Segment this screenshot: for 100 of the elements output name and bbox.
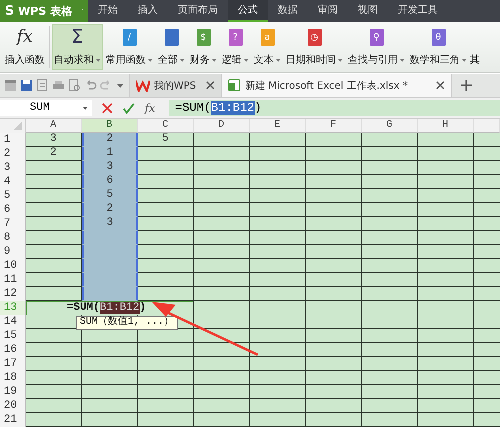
row-header[interactable]: 18 <box>0 371 26 385</box>
grid-cell[interactable] <box>474 329 500 343</box>
grid-cell[interactable] <box>138 413 194 427</box>
ribbon-label[interactable]: 其 <box>470 53 480 70</box>
name-box[interactable]: SUM <box>0 100 92 116</box>
grid-cell[interactable] <box>194 245 250 259</box>
grid-cell[interactable] <box>250 273 306 287</box>
row-header[interactable]: 3 <box>0 161 26 175</box>
save-icon[interactable] <box>20 79 33 92</box>
grid-cell[interactable] <box>194 217 250 231</box>
grid-cell[interactable] <box>474 315 500 329</box>
grid-cell[interactable] <box>306 315 362 329</box>
grid-cell[interactable] <box>474 343 500 357</box>
row-header[interactable]: 19 <box>0 385 26 399</box>
grid-cell[interactable] <box>362 301 418 316</box>
grid-cell[interactable] <box>362 413 418 427</box>
grid-cell[interactable] <box>474 371 500 385</box>
grid-cell[interactable] <box>138 147 194 161</box>
column-header[interactable]: F <box>306 119 362 133</box>
grid-cell[interactable] <box>306 217 362 231</box>
grid-cell[interactable] <box>418 385 474 399</box>
grid-cell[interactable] <box>362 203 418 217</box>
grid-cell[interactable] <box>250 203 306 217</box>
grid-cell[interactable] <box>418 133 474 147</box>
grid-cell[interactable] <box>250 161 306 175</box>
grid-cell[interactable] <box>82 329 138 343</box>
grid-cell[interactable] <box>306 245 362 259</box>
grid-cell[interactable] <box>194 189 250 203</box>
grid-cell[interactable] <box>250 343 306 357</box>
menu-tab[interactable]: 开发工具 <box>388 0 448 22</box>
grid-cell[interactable] <box>250 217 306 231</box>
ribbon-button[interactable]: a 文本 <box>252 24 283 70</box>
grid-cell[interactable] <box>26 399 82 413</box>
grid-cell[interactable] <box>474 231 500 245</box>
ribbon-button[interactable]: / 常用函数 <box>104 24 155 70</box>
grid-cell[interactable] <box>306 203 362 217</box>
row-header[interactable]: 5 <box>0 189 26 203</box>
grid-cell[interactable] <box>306 189 362 203</box>
grid-cell[interactable] <box>474 189 500 203</box>
grid-cell[interactable] <box>306 399 362 413</box>
column-header[interactable]: B <box>82 119 138 133</box>
grid-cell[interactable] <box>418 189 474 203</box>
grid-cell[interactable] <box>250 329 306 343</box>
row-header[interactable]: 7 <box>0 217 26 231</box>
grid-cell[interactable] <box>474 161 500 175</box>
row-header[interactable]: 4 <box>0 175 26 189</box>
grid-cell[interactable]: 3 <box>82 161 138 175</box>
grid-cell[interactable] <box>474 385 500 399</box>
formula-input[interactable]: =SUM(B1:B12) <box>169 100 500 116</box>
grid-cell[interactable] <box>362 273 418 287</box>
ribbon-button[interactable]: fx 插入函数 <box>3 24 47 70</box>
grid-cell[interactable] <box>474 217 500 231</box>
ribbon-button[interactable]: ◷ 日期和时间 <box>284 24 345 70</box>
check-icon[interactable] <box>123 102 135 114</box>
grid-cell[interactable] <box>194 161 250 175</box>
grid-cell[interactable] <box>26 161 82 175</box>
grid-cell[interactable] <box>362 287 418 301</box>
grid-cell[interactable] <box>138 231 194 245</box>
row-header[interactable]: 1 <box>0 133 26 147</box>
grid-cell[interactable] <box>306 329 362 343</box>
grid-cell[interactable] <box>362 189 418 203</box>
grid-cell[interactable] <box>418 259 474 273</box>
grid-cell[interactable] <box>474 413 500 427</box>
grid-cell[interactable] <box>194 231 250 245</box>
grid-cell[interactable] <box>362 175 418 189</box>
grid-cell[interactable] <box>362 133 418 147</box>
grid-cell[interactable]: 2 <box>82 133 138 147</box>
grid-cell[interactable] <box>306 301 362 316</box>
cancel-icon[interactable] <box>102 102 113 114</box>
grid-cell[interactable] <box>474 175 500 189</box>
grid-cell[interactable] <box>306 343 362 357</box>
grid-cell[interactable] <box>194 287 250 301</box>
grid-cell[interactable] <box>26 203 82 217</box>
column-header[interactable]: H <box>418 119 474 133</box>
grid-cell[interactable] <box>306 413 362 427</box>
menu-tab[interactable]: 公式 <box>228 0 268 22</box>
grid-cell[interactable] <box>82 357 138 371</box>
grid-cell[interactable] <box>82 343 138 357</box>
new-tab-icon[interactable] <box>460 79 473 92</box>
grid-cell[interactable] <box>306 259 362 273</box>
grid-cell[interactable] <box>250 357 306 371</box>
grid-cell[interactable] <box>250 371 306 385</box>
grid-cell[interactable] <box>418 175 474 189</box>
grid-cell[interactable] <box>362 245 418 259</box>
grid-cell[interactable] <box>418 315 474 329</box>
grid-cell[interactable] <box>194 175 250 189</box>
grid-cell[interactable] <box>250 245 306 259</box>
grid-cell[interactable] <box>250 315 306 329</box>
grid-cell[interactable] <box>138 189 194 203</box>
grid-cell[interactable] <box>194 301 250 316</box>
row-header[interactable]: 21 <box>0 413 26 427</box>
ribbon-button[interactable]: Σ 自动求和 <box>52 24 103 70</box>
row-header[interactable]: 20 <box>0 399 26 413</box>
grid-cell[interactable] <box>362 343 418 357</box>
grid-cell[interactable] <box>474 133 500 147</box>
menu-tab[interactable]: 数据 <box>268 0 308 22</box>
grid-cell[interactable] <box>194 343 250 357</box>
grid-cell[interactable] <box>138 399 194 413</box>
grid-cell[interactable]: 2 <box>82 203 138 217</box>
menu-tab[interactable]: 页面布局 <box>168 0 228 22</box>
